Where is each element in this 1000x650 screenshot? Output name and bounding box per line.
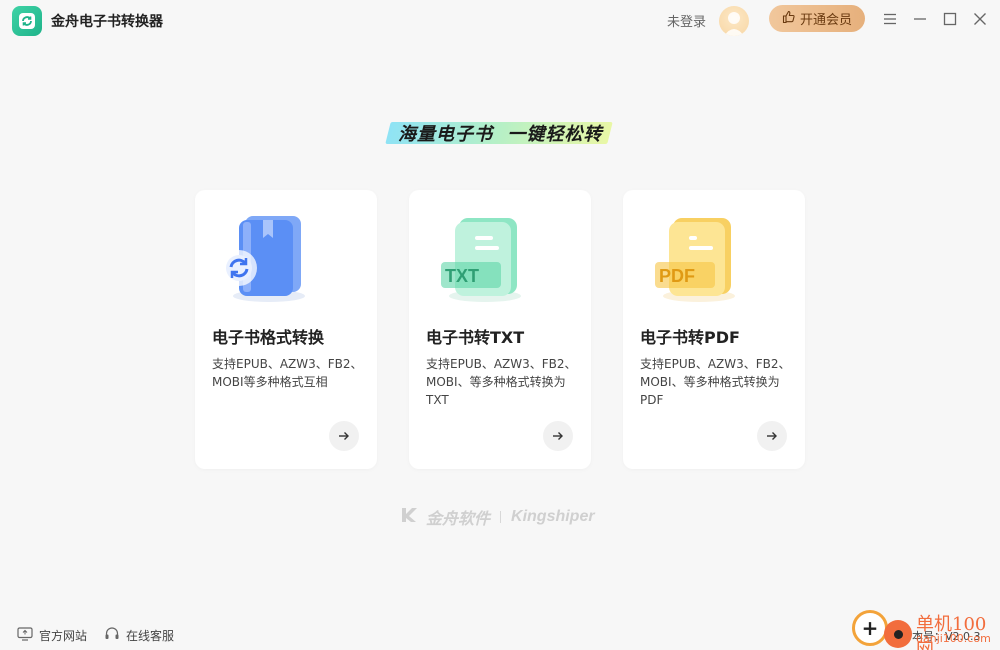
watermark-url: danji100.com [916, 632, 991, 645]
menu-icon[interactable] [879, 8, 901, 30]
app-title: 金舟电子书转换器 [51, 14, 163, 30]
vip-button[interactable]: 开通会员 [769, 5, 865, 32]
site-watermark: + 单机100网 danji100.com [850, 608, 1000, 650]
card-title: 电子书格式转换 [212, 328, 325, 347]
brand-name-en: Kingshiper [511, 508, 595, 525]
avatar[interactable] [719, 6, 749, 36]
online-support-label: 在线客服 [126, 628, 175, 643]
title-bar: 金舟电子书转换器 未登录 开通会员 [0, 0, 1000, 40]
card-to-txt[interactable]: TXT 电子书转TXT 支持EPUB、AZW3、FB2、MOBI、等多种格式转换… [409, 190, 591, 469]
pdf-file-icon: PDF [645, 210, 745, 310]
vip-button-label: 开通会员 [799, 13, 852, 28]
pdf-icon-label: PDF [659, 266, 695, 286]
app-logo-icon [12, 6, 42, 36]
arrow-right-icon[interactable] [543, 421, 573, 451]
login-status[interactable]: 未登录 [667, 11, 706, 30]
slogan-text: 海量电子书 一键轻松转 [398, 124, 603, 145]
arrow-right-icon[interactable] [757, 421, 787, 451]
card-description: 支持EPUB、AZW3、FB2、MOBI、等多种格式转换为PDF [640, 357, 791, 407]
arrow-right-icon[interactable] [329, 421, 359, 451]
brand-name-cn: 金舟软件 [426, 509, 491, 528]
brand-k-icon [400, 506, 420, 528]
minimize-icon[interactable] [909, 8, 931, 30]
online-support-link[interactable]: 在线客服 [104, 626, 174, 644]
thumbs-up-icon [782, 10, 796, 28]
monitor-icon [17, 626, 33, 644]
card-to-pdf[interactable]: PDF 电子书转PDF 支持EPUB、AZW3、FB2、MOBI、等多种格式转换… [623, 190, 805, 469]
card-description: 支持EPUB、AZW3、FB2、MOBI、等多种格式转换为TXT [426, 357, 577, 407]
plus-circle-icon: + [852, 610, 888, 646]
card-format-convert[interactable]: 电子书格式转换 支持EPUB、AZW3、FB2、MOBI等多种格式互相 [195, 190, 377, 469]
close-icon[interactable] [969, 8, 991, 30]
brand-divider [500, 511, 502, 523]
headset-icon [104, 626, 120, 645]
card-description: 支持EPUB、AZW3、FB2、MOBI等多种格式互相 [212, 357, 363, 389]
brand-logo: 金舟软件 Kingshiper [400, 505, 595, 529]
maximize-icon[interactable] [939, 8, 961, 30]
txt-icon-label: TXT [445, 266, 479, 286]
txt-file-icon: TXT [431, 210, 531, 310]
official-website-label: 官方网站 [39, 628, 88, 643]
dot-circle-icon [884, 620, 912, 648]
card-title: 电子书转PDF [640, 328, 740, 347]
slogan-banner: 海量电子书 一键轻松转 [385, 118, 613, 148]
card-title: 电子书转TXT [426, 328, 525, 347]
book-convert-icon [217, 210, 317, 310]
official-website-link[interactable]: 官方网站 [17, 626, 87, 644]
